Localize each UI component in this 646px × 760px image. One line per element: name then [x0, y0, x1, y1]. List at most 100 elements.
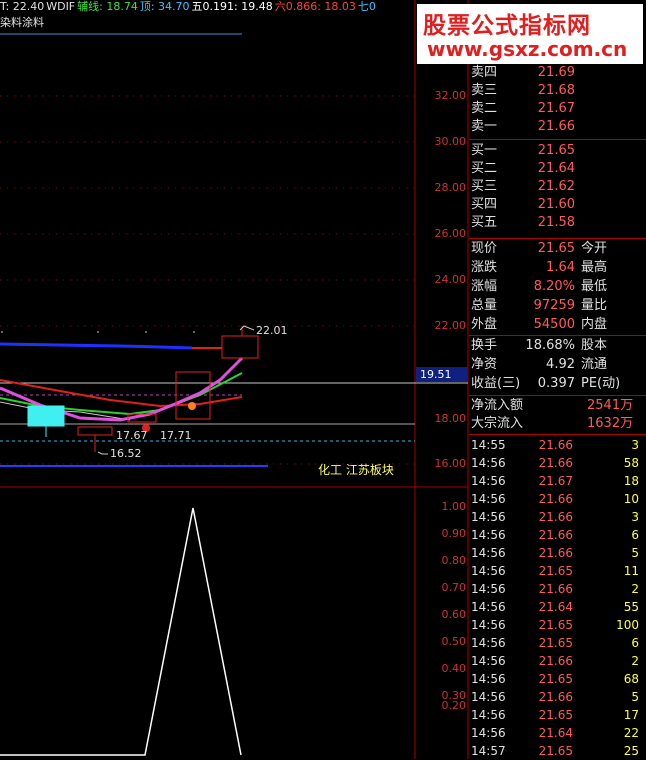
tick-row[interactable]: 14:56 21.65 11: [469, 562, 646, 580]
tick-time: 14:56: [471, 456, 506, 470]
tick-time: 14:56: [471, 690, 506, 704]
tick-row[interactable]: 14:56 21.66 58: [469, 454, 646, 472]
indicator-value: 辅线: 18.74: [77, 0, 138, 13]
tick-volume: 58: [623, 456, 639, 470]
tick-row[interactable]: 14:56 21.66 6: [469, 526, 646, 544]
tick-volume: 3: [631, 438, 639, 452]
tick-row[interactable]: 14:56 21.66 5: [469, 544, 646, 562]
stats-value: 18.68%: [525, 338, 575, 353]
order-book: 卖四 21.69 卖三 21.68 卖二 21.67 卖一 21.66 买一 21.65 买二 21.…: [469, 64, 646, 238]
tick-volume: 11: [623, 564, 639, 578]
order-label: 买二: [471, 161, 498, 176]
tick-time: 14:56: [471, 726, 506, 740]
sub-axis-label: 1.00: [441, 500, 467, 513]
tick-row[interactable]: 14:56 21.66 3: [469, 508, 646, 526]
tick-price: 21.66: [538, 456, 573, 470]
tick-price: 21.66: [538, 492, 573, 506]
quote-value: 97259: [533, 298, 575, 313]
buy-order-row: 买四 21.60: [469, 196, 646, 214]
tick-row[interactable]: 14:56 21.65 100: [469, 616, 646, 634]
stats-label-2: PE(动): [581, 376, 621, 391]
tick-row[interactable]: 14:56 21.66 2: [469, 580, 646, 598]
indicator-value: WDIF: [46, 0, 76, 13]
quote-value: 21.65: [537, 241, 575, 256]
stock-name: 染料涂料: [0, 16, 44, 29]
site-watermark: 股票公式指标网 www.gsxz.com.cn: [417, 4, 643, 64]
price-axis-label: 26.00: [434, 227, 467, 240]
order-label: 买五: [471, 215, 498, 230]
quote-label-2: 量比: [581, 298, 608, 313]
tick-list[interactable]: 14:55 21.66 3 14:56 21.66 58 14:56 21.67 18 14:56…: [469, 436, 646, 759]
quote-value: 54500: [533, 317, 575, 332]
flow-value: 1632万: [587, 416, 634, 431]
indicator-value: 七0: [357, 0, 376, 13]
price-axis-label: 24.00: [434, 273, 467, 286]
sell-order-row: 卖三 21.68: [469, 82, 646, 100]
sub-axis-label: 0.70: [441, 581, 467, 594]
tick-price: 21.65: [538, 636, 573, 650]
stats-row: 净资 4.92 流通: [469, 356, 646, 374]
tick-row[interactable]: 14:56 21.65 6: [469, 634, 646, 652]
tick-price: 21.66: [538, 582, 573, 596]
tick-row[interactable]: 14:56 21.64 22: [469, 724, 646, 742]
quote-value: 8.20%: [533, 279, 575, 294]
tick-price: 21.64: [538, 600, 573, 614]
stats-value: 0.397: [537, 376, 575, 391]
order-price: 21.69: [537, 65, 575, 80]
tick-volume: 17: [623, 708, 639, 722]
tick-time: 14:56: [471, 528, 506, 542]
indicator-value: T: 22.40: [0, 0, 45, 13]
tick-row[interactable]: 14:56 21.64 55: [469, 598, 646, 616]
watermark-url: www.gsxz.com.cn: [427, 37, 628, 61]
tick-volume: 22: [623, 726, 639, 740]
flow-label: 净流入额: [471, 398, 524, 413]
buy-order-row: 买一 21.65: [469, 142, 646, 160]
tick-time: 14:56: [471, 618, 506, 632]
order-label: 买三: [471, 179, 498, 194]
quote-label: 涨跌: [471, 260, 498, 275]
tick-row[interactable]: 14:57 21.65 25: [469, 742, 646, 760]
quote-value: 1.64: [546, 260, 575, 275]
mid-price-label-2: 17.71: [160, 429, 192, 442]
quote-label-2: 最高: [581, 260, 608, 275]
tick-volume: 25: [623, 744, 639, 758]
order-price: 21.62: [537, 179, 575, 194]
indicator-values-bar: T: 22.40 WDIF 辅线: 18.74 顶: 34.70 五0.191: 19.…: [0, 0, 378, 14]
sector-label[interactable]: 化工 江苏板块: [318, 461, 394, 478]
tick-price: 21.66: [538, 528, 573, 542]
order-price: 21.66: [537, 119, 575, 134]
quote-label: 总量: [471, 298, 498, 313]
tick-volume: 3: [631, 510, 639, 524]
tick-row[interactable]: 14:56 21.65 68: [469, 670, 646, 688]
order-price: 21.58: [537, 215, 575, 230]
tick-row[interactable]: 14:56 21.67 18: [469, 472, 646, 490]
quote-row: 涨幅 8.20% 最低: [469, 278, 646, 296]
tick-row[interactable]: 14:56 21.65 17: [469, 706, 646, 724]
buy-order-row: 买五 21.58: [469, 214, 646, 232]
tick-volume: 18: [623, 474, 639, 488]
tick-row[interactable]: 14:56 21.66 10: [469, 490, 646, 508]
stats-label: 换手: [471, 338, 498, 353]
high-price-label: 22.01: [256, 324, 288, 337]
tick-volume: 5: [631, 690, 639, 704]
sell-order-row: 卖四 21.69: [469, 64, 646, 82]
order-price: 21.65: [537, 143, 575, 158]
price-axis-label: 18.00: [434, 412, 467, 425]
tick-price: 21.65: [538, 708, 573, 722]
sub-axis-label: 0.50: [441, 635, 467, 648]
tick-row[interactable]: 14:56 21.66 5: [469, 688, 646, 706]
sub-axis-label: 0.80: [441, 554, 467, 567]
tick-price: 21.66: [538, 654, 573, 668]
tick-price: 21.66: [538, 510, 573, 524]
sub-axis-label: 0.20: [441, 699, 467, 712]
low-price-label: 16.52: [110, 447, 142, 460]
sub-axis-label: 0.40: [441, 662, 467, 675]
quote-label-2: 今开: [581, 241, 608, 256]
order-label: 卖四: [471, 65, 498, 80]
price-axis-label: 16.00: [434, 457, 467, 470]
stats-row: 换手 18.68% 股本: [469, 337, 646, 355]
quote-row: 外盘 54500 内盘: [469, 316, 646, 334]
tick-row[interactable]: 14:56 21.66 2: [469, 652, 646, 670]
tick-row[interactable]: 14:55 21.66 3: [469, 436, 646, 454]
order-price: 21.60: [537, 197, 575, 212]
